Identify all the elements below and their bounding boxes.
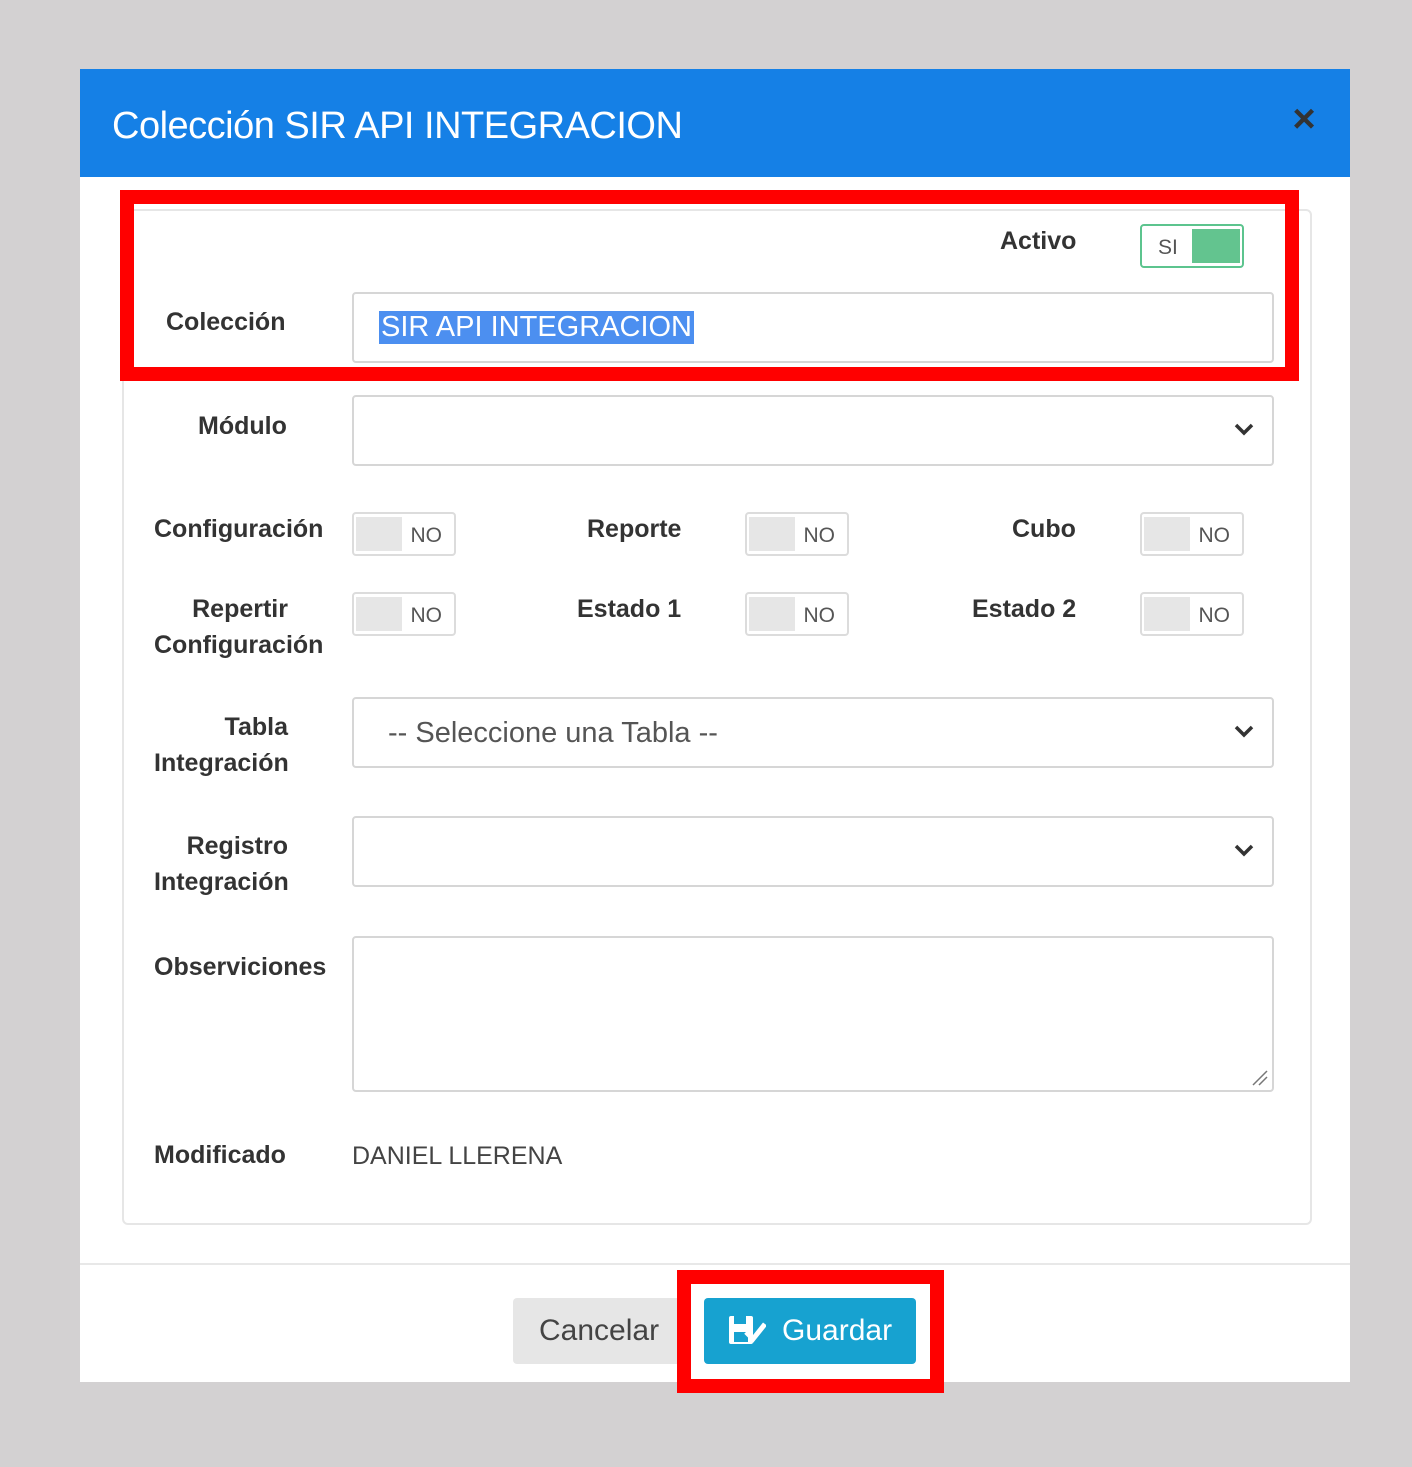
modal-header: Colección SIR API INTEGRACION × bbox=[80, 69, 1350, 177]
chevron-down-icon bbox=[1234, 844, 1254, 857]
registro-integracion-select[interactable] bbox=[352, 816, 1274, 887]
chevron-down-icon bbox=[1234, 423, 1254, 436]
chevron-down-icon bbox=[1234, 725, 1254, 738]
toggle-knob bbox=[1144, 517, 1190, 551]
observaciones-textarea[interactable] bbox=[352, 936, 1274, 1092]
toggle-knob bbox=[749, 597, 795, 631]
repertir-configuracion-toggle[interactable]: NO bbox=[352, 592, 456, 636]
coleccion-label: Colección bbox=[166, 308, 286, 336]
estado1-toggle[interactable]: NO bbox=[745, 592, 849, 636]
modulo-select[interactable] bbox=[352, 395, 1274, 466]
configuracion-label: Configuración bbox=[154, 515, 324, 543]
toggle-knob bbox=[356, 517, 402, 551]
repertir-label-line2: Configuración bbox=[154, 631, 324, 659]
toggle-knob bbox=[1192, 229, 1240, 263]
observaciones-label: Observiciones bbox=[154, 953, 327, 981]
footer-divider bbox=[80, 1263, 1350, 1265]
toggle-state: NO bbox=[410, 524, 443, 547]
tabla-label-line1: Tabla bbox=[224, 713, 288, 741]
reporte-label: Reporte bbox=[587, 515, 682, 543]
toggle-knob bbox=[1144, 597, 1190, 631]
modulo-label: Módulo bbox=[198, 412, 287, 440]
modificado-value: DANIEL LLERENA bbox=[352, 1142, 563, 1170]
toggle-state: NO bbox=[803, 524, 836, 547]
registro-label-line2: Integración bbox=[154, 868, 289, 896]
activo-toggle[interactable]: SI bbox=[1140, 224, 1244, 268]
coleccion-value: SIR API INTEGRACION bbox=[379, 311, 694, 344]
toggle-knob bbox=[356, 597, 402, 631]
resize-handle-icon[interactable] bbox=[1249, 1067, 1269, 1087]
save-button-label: Guardar bbox=[782, 1314, 893, 1347]
cubo-label: Cubo bbox=[1012, 515, 1076, 543]
modificado-label: Modificado bbox=[154, 1141, 286, 1169]
estado2-toggle[interactable]: NO bbox=[1140, 592, 1244, 636]
close-icon[interactable]: × bbox=[1284, 99, 1324, 139]
toggle-state: NO bbox=[1198, 604, 1231, 627]
estado2-label: Estado 2 bbox=[972, 595, 1077, 623]
activo-label: Activo bbox=[1000, 227, 1077, 255]
toggle-state: SI bbox=[1158, 236, 1178, 259]
save-button[interactable]: Guardar bbox=[704, 1298, 916, 1364]
toggle-state: NO bbox=[410, 604, 443, 627]
cancel-button[interactable]: Cancelar bbox=[513, 1298, 689, 1364]
tabla-integracion-value: -- Seleccione una Tabla -- bbox=[388, 717, 718, 749]
collection-modal: Colección SIR API INTEGRACION × Activo S… bbox=[80, 69, 1350, 1382]
registro-label-line1: Registro bbox=[186, 832, 288, 860]
cancel-button-label: Cancelar bbox=[539, 1314, 660, 1347]
toggle-state: NO bbox=[803, 604, 836, 627]
toggle-state: NO bbox=[1198, 524, 1231, 547]
save-check-icon bbox=[729, 1316, 766, 1344]
tabla-integracion-select[interactable]: -- Seleccione una Tabla -- bbox=[352, 697, 1274, 768]
reporte-toggle[interactable]: NO bbox=[745, 512, 849, 556]
toggle-knob bbox=[749, 517, 795, 551]
tabla-label-line2: Integración bbox=[154, 749, 289, 777]
modal-title: Colección SIR API INTEGRACION bbox=[112, 105, 683, 147]
cubo-toggle[interactable]: NO bbox=[1140, 512, 1244, 556]
coleccion-input[interactable]: SIR API INTEGRACION bbox=[352, 292, 1274, 363]
estado1-label: Estado 1 bbox=[577, 595, 682, 623]
configuracion-toggle[interactable]: NO bbox=[352, 512, 456, 556]
repertir-label-line1: Repertir bbox=[192, 595, 288, 623]
